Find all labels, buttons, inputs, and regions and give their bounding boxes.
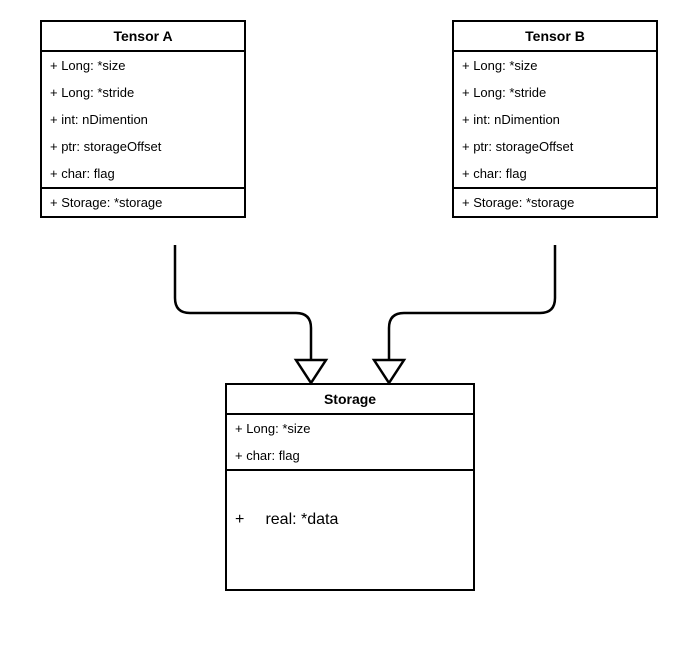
attr-row: + char: flag: [42, 160, 244, 187]
attr-data: + real: *data: [227, 471, 473, 589]
class-title: Tensor A: [42, 22, 244, 52]
attr-row: + char: flag: [454, 160, 656, 187]
attr-row: + Long: *size: [454, 52, 656, 79]
class-attrs: + Long: *size + Long: *stride + int: nDi…: [454, 52, 656, 189]
class-attrs: + Long: *size + char: flag: [227, 415, 473, 471]
class-tensor-b: Tensor B + Long: *size + Long: *stride +…: [452, 20, 658, 218]
attr-row: + Long: *stride: [42, 79, 244, 106]
attr-row: + ptr: storageOffset: [454, 133, 656, 160]
attr-row: + int: nDimention: [454, 106, 656, 133]
class-storage: Storage + Long: *size + char: flag + rea…: [225, 383, 475, 591]
attr-storage-ref: + Storage: *storage: [42, 189, 244, 216]
class-title: Storage: [227, 385, 473, 415]
class-attrs: + Long: *size + Long: *stride + int: nDi…: [42, 52, 244, 189]
plus-sign: +: [235, 511, 261, 529]
attr-row: + Long: *stride: [454, 79, 656, 106]
arrow-b-to-storage: [374, 245, 555, 383]
attr-row: + int: nDimention: [42, 106, 244, 133]
attr-row: + ptr: storageOffset: [42, 133, 244, 160]
data-text: real: *data: [265, 511, 338, 528]
attr-row: + Long: *size: [227, 415, 473, 442]
class-title: Tensor B: [454, 22, 656, 52]
attr-row: + char: flag: [227, 442, 473, 469]
class-tensor-a: Tensor A + Long: *size + Long: *stride +…: [40, 20, 246, 218]
attr-row: + Long: *size: [42, 52, 244, 79]
attr-storage-ref: + Storage: *storage: [454, 189, 656, 216]
arrow-a-to-storage: [175, 245, 326, 383]
